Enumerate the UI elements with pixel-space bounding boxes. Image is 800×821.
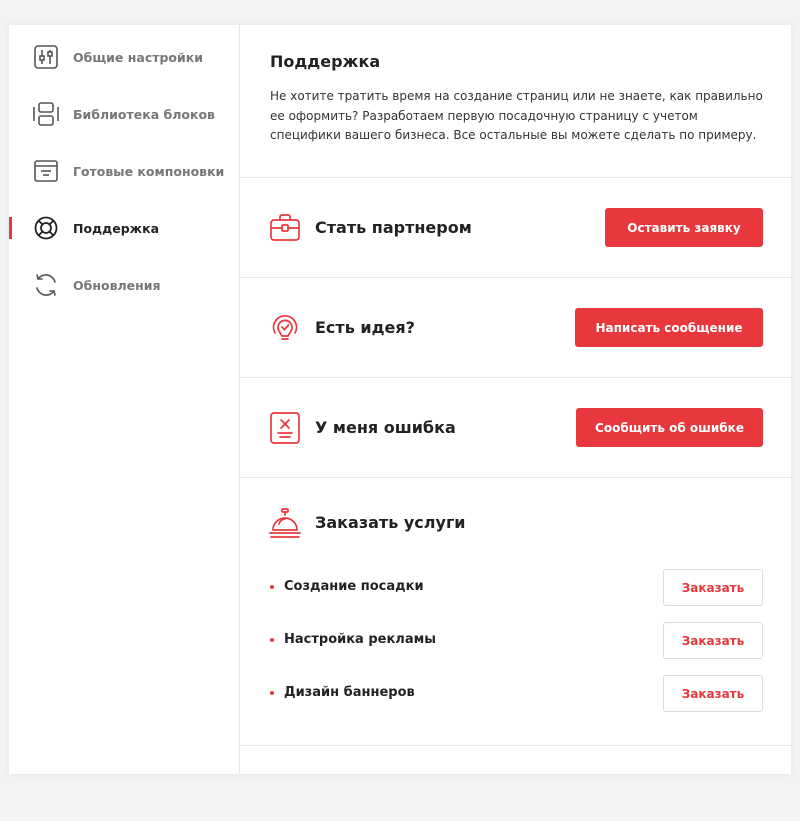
- sidebar-item-layouts[interactable]: Готовые компоновки: [9, 151, 239, 191]
- row-title: Стать партнером: [315, 218, 472, 237]
- sidebar-item-general-settings[interactable]: Общие настройки: [9, 37, 239, 77]
- services-title: Заказать услуги: [315, 513, 466, 532]
- sliders-icon: [33, 44, 59, 70]
- order-banners-button[interactable]: Заказать: [663, 675, 763, 712]
- order-landing-button[interactable]: Заказать: [663, 569, 763, 606]
- row-report-error: У меня ошибка Сообщить об ошибке: [240, 378, 791, 478]
- sidebar-item-updates[interactable]: Обновления: [9, 265, 239, 305]
- sidebar-item-label: Библиотека блоков: [73, 106, 215, 122]
- lifebuoy-icon: [33, 215, 59, 241]
- order-ads-button[interactable]: Заказать: [663, 622, 763, 659]
- service-label: Дизайн баннеров: [284, 685, 415, 700]
- service-item-landing: Создание посадки Заказать: [268, 569, 763, 606]
- sidebar-item-label: Готовые компоновки: [73, 163, 225, 179]
- row-have-idea: Есть идея? Написать сообщение: [240, 278, 791, 378]
- write-message-button[interactable]: Написать сообщение: [575, 308, 763, 347]
- bullet-icon: [270, 638, 274, 642]
- service-item-ads: Настройка рекламы Заказать: [268, 622, 763, 659]
- service-label: Создание посадки: [284, 579, 424, 594]
- service-bell-icon: [268, 506, 302, 540]
- sidebar-item-label: Обновления: [73, 277, 161, 293]
- layout-icon: [33, 158, 59, 184]
- sidebar: Общие настройки Библиотека блоков Готовы…: [9, 25, 240, 774]
- bullet-icon: [270, 691, 274, 695]
- refresh-icon: [33, 272, 59, 298]
- row-title: У меня ошибка: [315, 418, 456, 437]
- lightbulb-icon: [268, 311, 302, 345]
- sidebar-item-support[interactable]: Поддержка: [9, 208, 239, 248]
- report-error-button[interactable]: Сообщить об ошибке: [576, 408, 763, 447]
- main-content: Поддержка Не хотите тратить время на соз…: [240, 25, 791, 774]
- support-intro: Поддержка Не хотите тратить время на соз…: [240, 25, 791, 178]
- order-services-section: Заказать услуги Создание посадки Заказат…: [240, 478, 791, 746]
- sidebar-item-label: Поддержка: [73, 220, 160, 236]
- error-document-icon: [268, 411, 302, 445]
- blocks-icon: [33, 101, 59, 127]
- sidebar-item-block-library[interactable]: Библиотека блоков: [9, 94, 239, 134]
- page-title: Поддержка: [270, 52, 381, 71]
- row-become-partner: Стать партнером Оставить заявку: [240, 178, 791, 278]
- row-title: Есть идея?: [315, 318, 415, 337]
- service-item-banners: Дизайн баннеров Заказать: [268, 675, 763, 712]
- settings-panel: Общие настройки Библиотека блоков Готовы…: [9, 25, 791, 774]
- intro-text: Не хотите тратить время на создание стра…: [270, 89, 763, 142]
- service-label: Настройка рекламы: [284, 632, 436, 647]
- sidebar-item-label: Общие настройки: [73, 49, 204, 65]
- briefcase-icon: [268, 211, 302, 245]
- bullet-icon: [270, 585, 274, 589]
- submit-application-button[interactable]: Оставить заявку: [605, 208, 763, 247]
